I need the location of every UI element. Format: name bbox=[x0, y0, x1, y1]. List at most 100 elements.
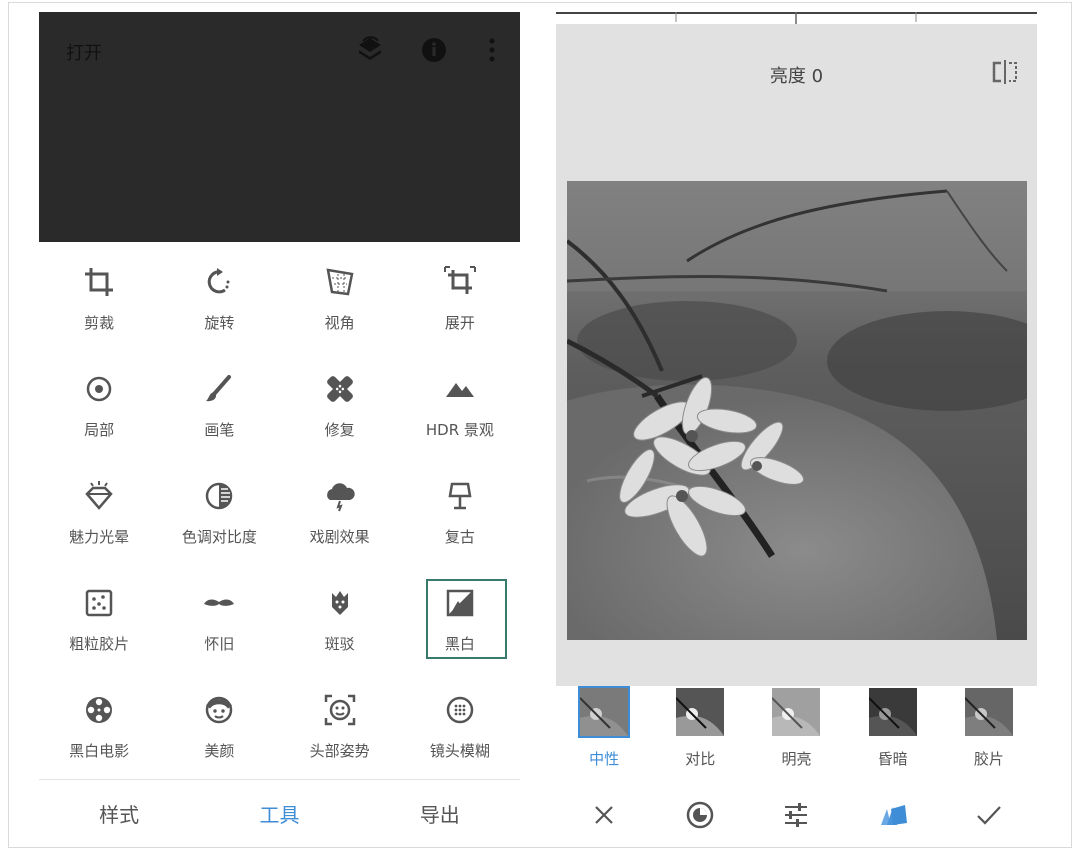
drama-cloud-icon bbox=[326, 483, 355, 512]
tool-expand[interactable]: 展开 bbox=[400, 262, 520, 369]
tool-label: 复古 bbox=[444, 528, 475, 546]
tool-label: 色调对比度 bbox=[181, 528, 257, 546]
editor-canvas: 亮度 0 bbox=[556, 24, 1037, 686]
tab-export[interactable]: 导出 bbox=[360, 799, 520, 828]
tool-label: 魅力光晕 bbox=[69, 528, 130, 546]
preset-thumbnail bbox=[578, 686, 631, 738]
tonal-contrast-icon bbox=[206, 482, 233, 510]
tool-selective[interactable]: 局部 bbox=[39, 369, 159, 476]
tool-rotate[interactable]: 旋转 bbox=[159, 262, 279, 369]
adjustment-ruler[interactable] bbox=[556, 12, 1037, 24]
tool-crop[interactable]: 剪裁 bbox=[39, 262, 159, 369]
brush-icon bbox=[206, 375, 232, 402]
brightness-readout: 亮度 0 bbox=[769, 66, 824, 87]
tool-label: 黑白 bbox=[444, 635, 475, 653]
rotate-icon bbox=[208, 268, 230, 294]
head-pose-icon bbox=[324, 694, 355, 726]
preset-label: 明亮 bbox=[781, 750, 812, 768]
tool-label: 镜头模糊 bbox=[429, 742, 490, 760]
grainy-film-icon bbox=[85, 589, 113, 617]
preset-bright[interactable]: 明亮 bbox=[748, 686, 844, 776]
black-white-editor: 亮度 0 中性 对比 明亮 昏暗 胶片 bbox=[556, 12, 1037, 847]
film-reel-icon bbox=[86, 697, 113, 723]
more-vert-icon[interactable] bbox=[479, 36, 505, 64]
preset-film[interactable]: 胶片 bbox=[941, 686, 1037, 776]
preset-thumbnail bbox=[772, 688, 821, 736]
black-white-icon bbox=[446, 589, 474, 617]
preset-label: 昏暗 bbox=[877, 750, 908, 768]
perspective-icon bbox=[326, 268, 354, 296]
editor-action-bar bbox=[556, 790, 1037, 840]
style-button[interactable] bbox=[873, 795, 913, 835]
tool-label: 美颜 bbox=[204, 742, 235, 760]
tool-label: 画笔 bbox=[204, 421, 235, 439]
preset-label: 中性 bbox=[589, 750, 620, 768]
grunge-icon bbox=[331, 591, 348, 615]
tool-grunge[interactable]: 斑驳 bbox=[280, 583, 400, 690]
tool-drama[interactable]: 戏剧效果 bbox=[280, 476, 400, 583]
tab-styles[interactable]: 样式 bbox=[39, 799, 199, 828]
vintage-lamp-icon bbox=[448, 482, 472, 510]
tool-hdr[interactable]: HDR 景观 bbox=[400, 369, 520, 476]
tool-label: 怀旧 bbox=[204, 635, 235, 653]
tool-label: 头部姿势 bbox=[309, 742, 370, 760]
tool-label: 黑白电影 bbox=[69, 742, 130, 760]
tool-tonal-contrast[interactable]: 色调对比度 bbox=[159, 476, 279, 583]
lens-blur-icon bbox=[446, 696, 474, 724]
tune-button[interactable] bbox=[776, 795, 816, 835]
close-icon bbox=[595, 806, 613, 824]
tab-tools[interactable]: 工具 bbox=[199, 799, 359, 828]
tool-label: HDR 景观 bbox=[425, 421, 494, 439]
preset-thumbnail bbox=[676, 688, 725, 736]
tool-label: 剪裁 bbox=[84, 314, 115, 332]
info-icon[interactable] bbox=[421, 36, 447, 64]
hdr-mountain-icon bbox=[445, 383, 474, 397]
tools-screen: 打开 剪裁 旋转 视角 展开 局部 画笔 修复 HDR 景观 魅力光晕 色调对比… bbox=[39, 12, 520, 847]
layers-icon[interactable] bbox=[357, 36, 383, 64]
crop-icon bbox=[85, 268, 114, 296]
tool-retrolux[interactable]: 怀旧 bbox=[159, 583, 279, 690]
tools-grid: 剪裁 旋转 视角 展开 局部 画笔 修复 HDR 景观 魅力光晕 色调对比度 戏… bbox=[39, 262, 520, 797]
preset-dark[interactable]: 昏暗 bbox=[845, 686, 941, 776]
selective-icon bbox=[86, 376, 112, 402]
tool-label: 展开 bbox=[444, 314, 475, 332]
tool-brush[interactable]: 画笔 bbox=[159, 369, 279, 476]
open-button[interactable]: 打开 bbox=[66, 39, 102, 65]
face-icon bbox=[206, 696, 233, 724]
cancel-button[interactable] bbox=[584, 795, 624, 835]
expand-icon bbox=[443, 266, 476, 294]
glamour-glow-icon bbox=[85, 481, 113, 510]
style-swatch-icon bbox=[880, 805, 907, 825]
tool-label: 局部 bbox=[84, 421, 115, 439]
tool-label: 戏剧效果 bbox=[309, 528, 370, 546]
tool-perspective[interactable]: 视角 bbox=[280, 262, 400, 369]
preset-label: 对比 bbox=[685, 750, 716, 768]
color-filter-button[interactable] bbox=[680, 795, 720, 835]
photo-preview bbox=[567, 181, 1027, 640]
preset-thumbnail bbox=[964, 688, 1013, 736]
apply-button[interactable] bbox=[969, 795, 1009, 835]
tool-healing[interactable]: 修复 bbox=[280, 369, 400, 476]
tool-grainy-film[interactable]: 粗粒胶片 bbox=[39, 583, 159, 690]
image-preview-area: 打开 bbox=[39, 12, 520, 242]
tool-glamour-glow[interactable]: 魅力光晕 bbox=[39, 476, 159, 583]
preset-label: 胶片 bbox=[973, 750, 1004, 768]
preset-thumbnail bbox=[868, 688, 917, 736]
tool-label: 斑驳 bbox=[324, 635, 355, 653]
tool-label: 视角 bbox=[324, 314, 355, 332]
tool-black-white[interactable]: 黑白 bbox=[400, 579, 520, 690]
tune-sliders-icon bbox=[785, 803, 808, 827]
bottom-nav: 样式 工具 导出 bbox=[39, 780, 520, 846]
checkmark-icon bbox=[977, 806, 1001, 825]
tool-label: 修复 bbox=[324, 421, 355, 439]
preset-neutral[interactable]: 中性 bbox=[556, 686, 652, 776]
compare-icon[interactable] bbox=[990, 60, 1020, 84]
preset-contrast[interactable]: 对比 bbox=[652, 686, 748, 776]
preset-strip: 中性 对比 明亮 昏暗 胶片 bbox=[556, 686, 1037, 776]
tool-vintage[interactable]: 复古 bbox=[400, 476, 520, 583]
color-filter-icon bbox=[687, 801, 714, 829]
mustache-icon bbox=[204, 599, 235, 606]
tool-label: 粗粒胶片 bbox=[69, 635, 130, 653]
tool-label: 旋转 bbox=[204, 314, 235, 332]
healing-icon bbox=[326, 376, 353, 402]
